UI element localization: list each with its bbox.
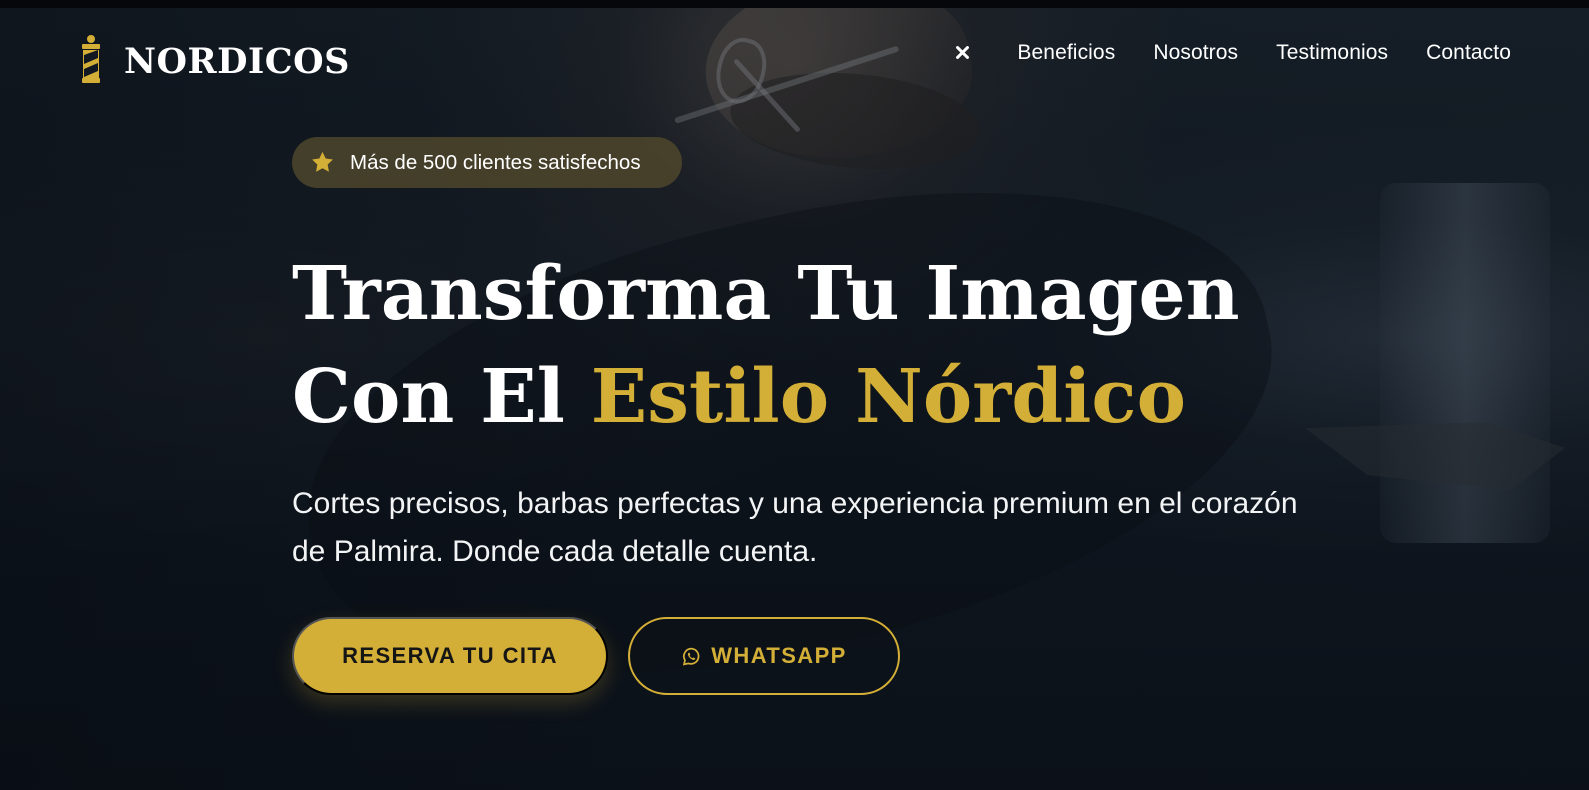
hero-headline: Transforma Tu Imagen Con El Estilo Nórdi… xyxy=(292,243,1332,449)
hero-headline-line-1: Transforma Tu Imagen xyxy=(292,251,1240,337)
hero-background-mirror xyxy=(1380,183,1550,543)
hero-headline-prefix: Con El xyxy=(292,354,591,440)
whatsapp-button-label: WHATSAPP xyxy=(711,643,847,668)
brand-name: NORDICOS xyxy=(124,40,350,82)
top-browser-border xyxy=(0,0,1589,8)
nav-link-testimonios[interactable]: Testimonios xyxy=(1276,41,1388,65)
satisfied-clients-text: Más de 500 clientes satisfechos xyxy=(350,150,641,174)
nav-link-contacto[interactable]: Contacto xyxy=(1426,41,1511,65)
hero-subtitle: Cortes precisos, barbas perfectas y una … xyxy=(292,487,1298,568)
nav-link-beneficios[interactable]: Beneficios xyxy=(1017,41,1115,65)
whatsapp-button[interactable]: WHATSAPP xyxy=(628,617,900,695)
hero-headline-accent: Estilo Nórdico xyxy=(590,354,1187,440)
satisfied-clients-badge: Más de 500 clientes satisfechos xyxy=(292,137,682,188)
hero-section: Más de 500 clientes satisfechos Transfor… xyxy=(292,137,1332,695)
landing-page: NORDICOS Beneficios Nosotros Testimonios… xyxy=(0,0,1589,790)
hero-headline-line-2: Con El Estilo Nórdico xyxy=(292,346,1332,449)
reserve-appointment-button[interactable]: RESERVA TU CITA xyxy=(292,617,608,695)
hero-actions: RESERVA TU CITA WHATSAPP xyxy=(292,617,1332,695)
brand-logo-link[interactable]: NORDICOS xyxy=(78,32,350,90)
star-icon xyxy=(312,151,333,172)
main-menu: Beneficios Nosotros Testimonios Contacto xyxy=(949,39,1511,67)
barber-pole-icon xyxy=(82,35,100,83)
whatsapp-icon xyxy=(683,647,700,666)
hero-background-cloth xyxy=(1305,422,1565,490)
top-navigation: NORDICOS Beneficios Nosotros Testimonios… xyxy=(0,8,1589,108)
close-icon[interactable] xyxy=(949,39,977,67)
nav-link-nosotros[interactable]: Nosotros xyxy=(1153,41,1238,65)
